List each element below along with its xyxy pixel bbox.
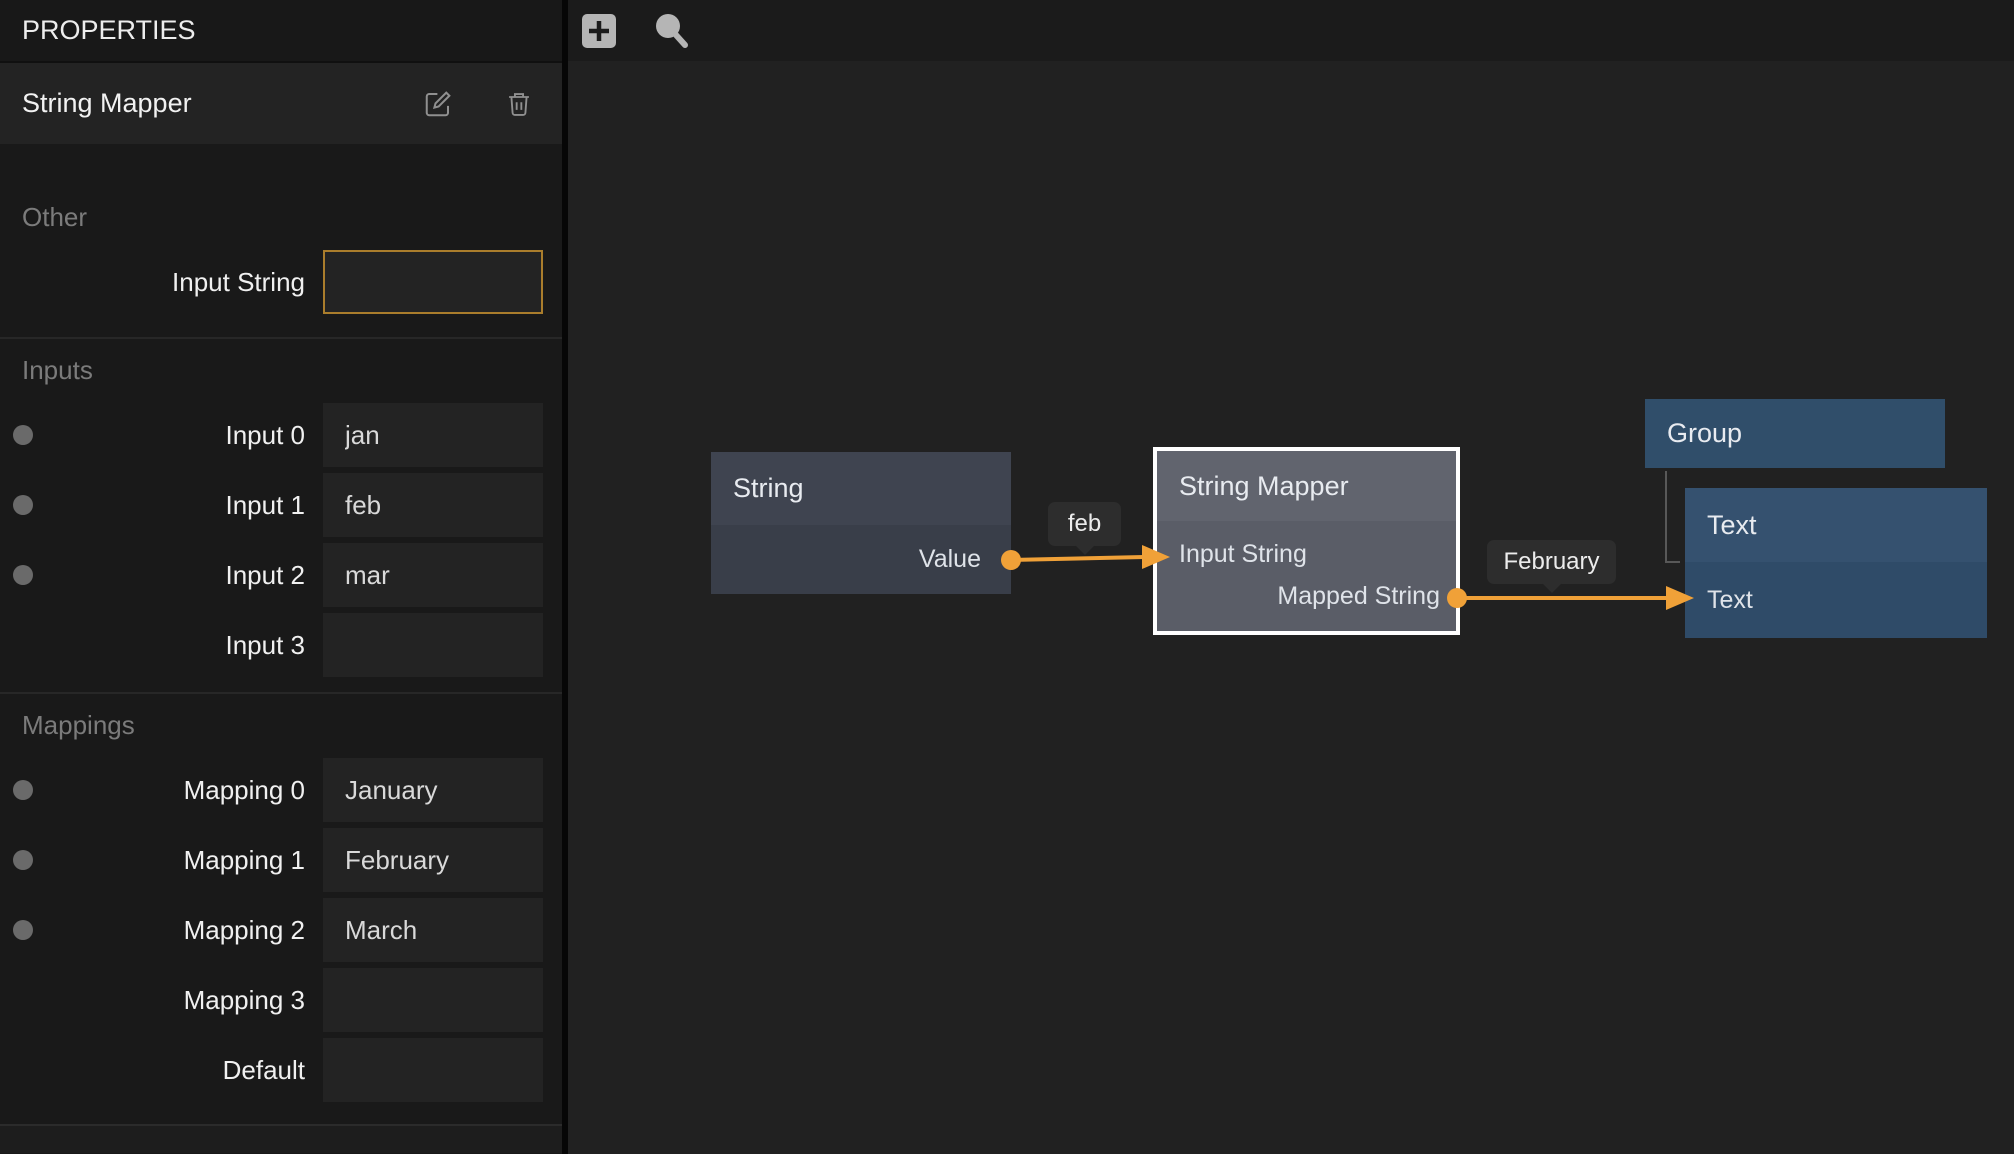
section-label: Other [0, 201, 562, 233]
property-label: Input 0 [46, 420, 305, 451]
input-0-field[interactable] [323, 403, 543, 467]
selected-node-row: String Mapper [0, 63, 562, 144]
property-row: Input String [0, 250, 562, 314]
property-row: Mapping 1 [0, 828, 562, 892]
node-string-title: String [711, 452, 1011, 525]
node-group-title: Group [1645, 399, 1945, 468]
input-1-field[interactable] [323, 473, 543, 537]
section-mappings: Mappings Mapping 0 Mapping 1 Mapping 2 M… [0, 692, 562, 1124]
property-row: Default [0, 1038, 562, 1102]
node-string-mapper-input[interactable]: Input String [1157, 533, 1456, 575]
mapping-1-field[interactable] [323, 828, 543, 892]
port-dot [13, 920, 33, 940]
canvas-toolbar [568, 0, 2014, 61]
plus-icon [581, 13, 617, 49]
node-text-title: Text [1685, 488, 1987, 562]
property-row: Input 0 [0, 403, 562, 467]
port-dot [13, 425, 33, 445]
port-dot [13, 780, 33, 800]
property-label: Input 1 [46, 490, 305, 521]
node-string[interactable]: String Value [711, 452, 1011, 594]
search-icon [652, 11, 692, 51]
selected-node-title: String Mapper [22, 88, 373, 119]
property-label: Mapping 0 [46, 775, 305, 806]
node-string-mapper[interactable]: String Mapper Input String Mapped String [1153, 447, 1460, 635]
property-label: Input 3 [46, 630, 305, 661]
node-text[interactable]: Text Text [1685, 488, 1987, 638]
section-label: Inputs [0, 354, 562, 386]
add-node-button[interactable] [579, 11, 619, 51]
node-group[interactable]: Group [1645, 399, 1945, 468]
property-row: Input 1 [0, 473, 562, 537]
node-string-mapper-output[interactable]: Mapped String [1157, 575, 1456, 617]
connection-value-badge: feb [1048, 502, 1121, 546]
input-2-field[interactable] [323, 543, 543, 607]
property-label: Input 2 [46, 560, 305, 591]
property-label: Mapping 2 [46, 915, 305, 946]
property-label: Mapping 3 [46, 985, 305, 1016]
port-dot [13, 850, 33, 870]
node-text-input[interactable]: Text [1685, 562, 1987, 638]
section-label: Mappings [0, 709, 562, 741]
property-row: Mapping 0 [0, 758, 562, 822]
panel-title: PROPERTIES [0, 0, 562, 63]
section-inputs: Inputs Input 0 Input 1 Input 2 Input 3 [0, 337, 562, 692]
delete-node-button[interactable] [503, 88, 535, 120]
port-dot [13, 495, 33, 515]
input-3-field[interactable] [323, 613, 543, 677]
edit-icon [423, 89, 453, 119]
property-label: Mapping 1 [46, 845, 305, 876]
mapping-0-field[interactable] [323, 758, 543, 822]
rename-node-button[interactable] [422, 88, 454, 120]
mapping-2-field[interactable] [323, 898, 543, 962]
connection-value-badge: February [1487, 540, 1616, 584]
input-string-field[interactable] [323, 250, 543, 314]
section-divider [0, 1124, 562, 1153]
property-row: Mapping 3 [0, 968, 562, 1032]
property-label: Input String [46, 267, 305, 298]
app-window: String Value String Mapper Input String … [0, 0, 2014, 1154]
node-string-mapper-body: Input String Mapped String [1157, 521, 1456, 631]
section-other: Other Input String [0, 144, 562, 337]
property-row: Input 2 [0, 543, 562, 607]
trash-icon [505, 90, 533, 118]
node-string-mapper-title: String Mapper [1157, 451, 1456, 521]
mapping-3-field[interactable] [323, 968, 543, 1032]
search-button[interactable] [652, 11, 692, 51]
port-dot [13, 565, 33, 585]
property-row: Input 3 [0, 613, 562, 677]
default-field[interactable] [323, 1038, 543, 1102]
properties-panel: PROPERTIES String Mapper Other [0, 0, 568, 1154]
property-row: Mapping 2 [0, 898, 562, 962]
node-string-output-value[interactable]: Value [711, 525, 1011, 594]
property-label: Default [46, 1055, 305, 1086]
